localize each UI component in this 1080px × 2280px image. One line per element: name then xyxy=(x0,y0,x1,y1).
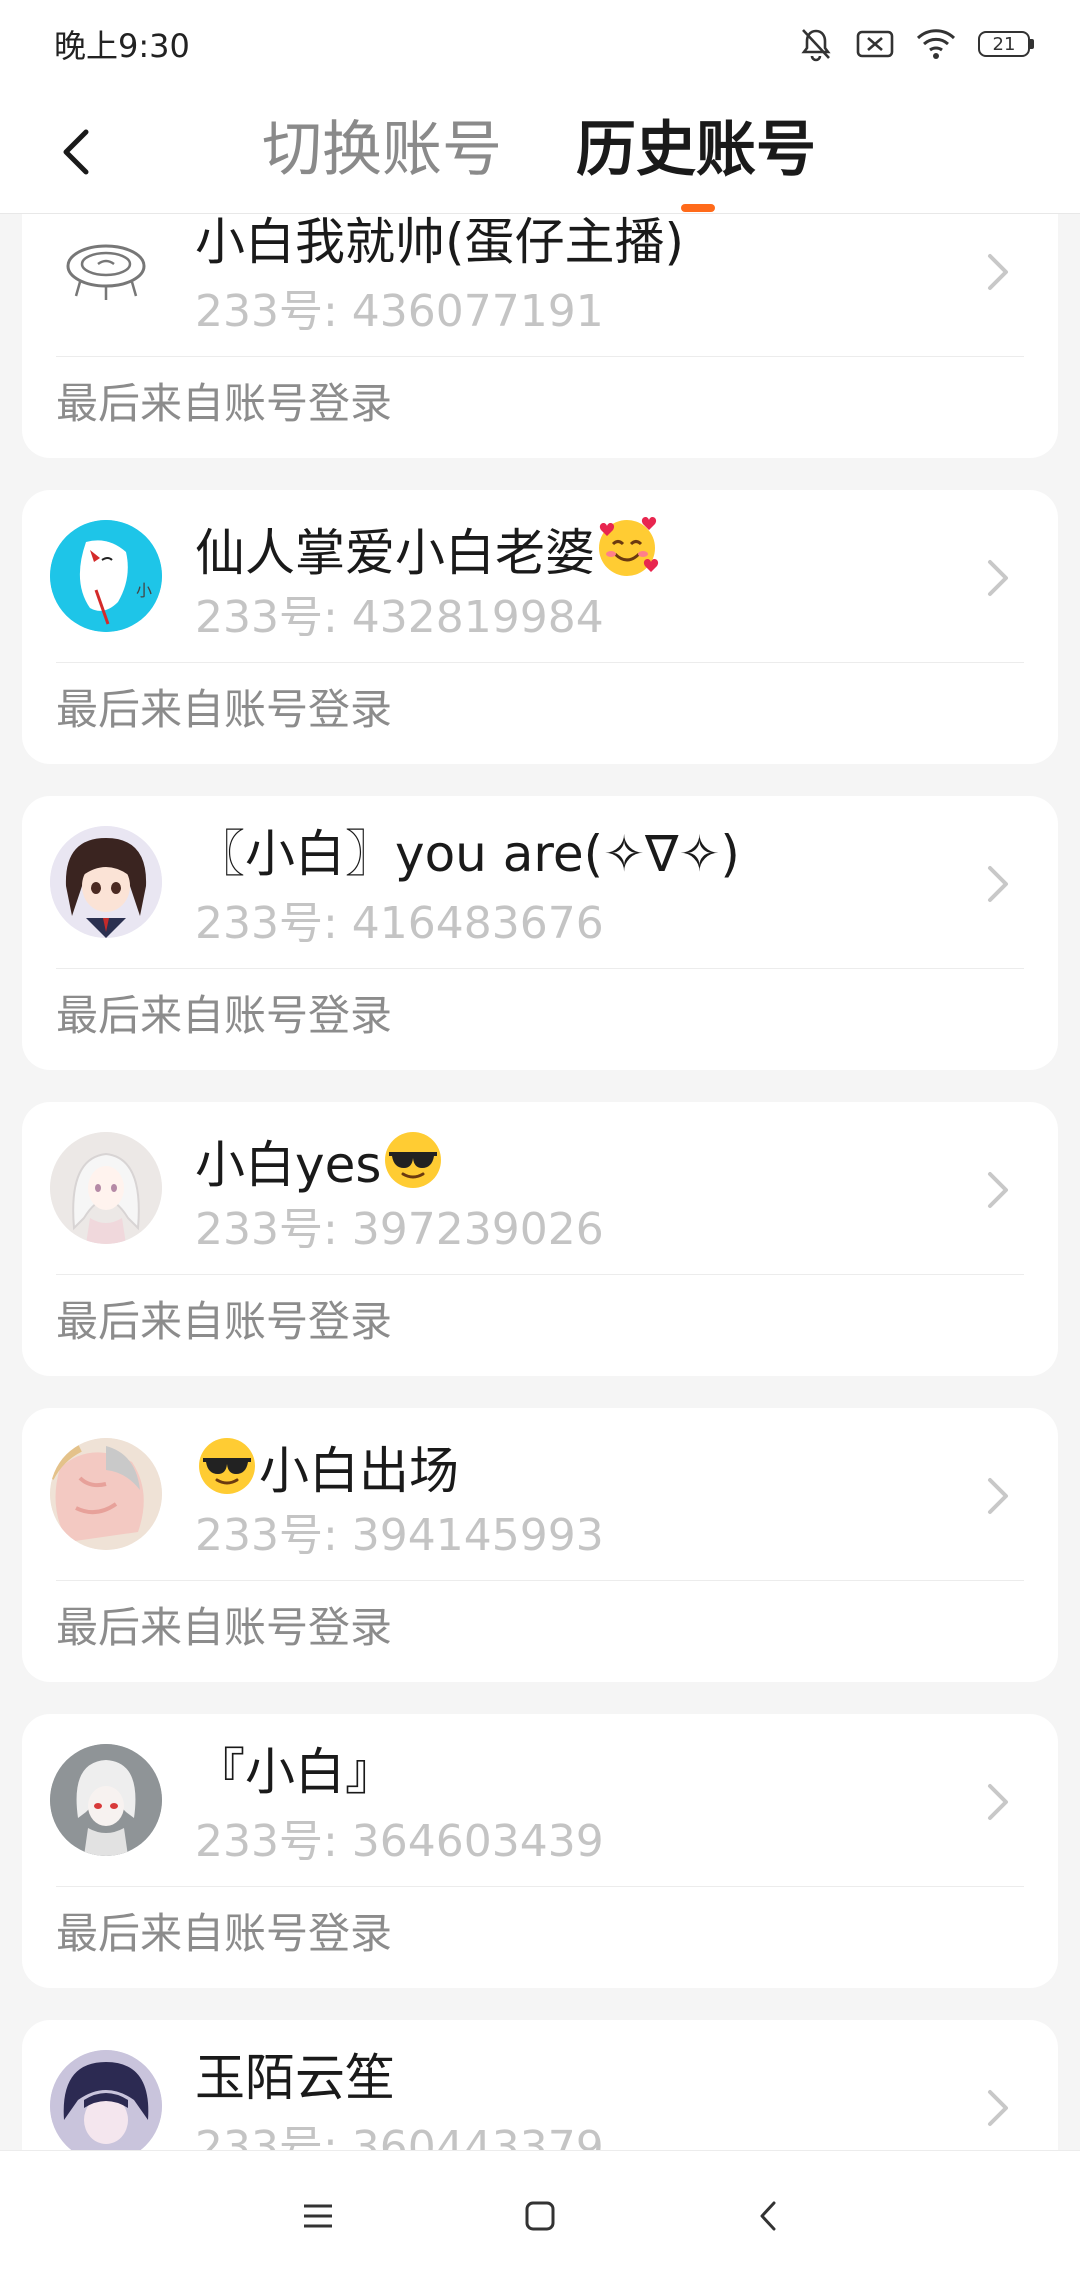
home-button[interactable] xyxy=(510,2186,570,2246)
active-tab-indicator xyxy=(681,204,715,212)
avatar xyxy=(50,1438,162,1550)
account-card[interactable]: 『小白』 233号: 364603439 最后来自账号登录 xyxy=(22,1714,1058,1988)
account-id: 233号: 432819984 xyxy=(195,592,604,643)
account-id: 233号: 364603439 xyxy=(195,1816,604,1867)
svg-text:小: 小 xyxy=(136,581,152,600)
system-nav-bar xyxy=(0,2150,1080,2280)
header: 切换账号 历史账号 xyxy=(0,88,1080,214)
smiling-face-with-hearts-icon xyxy=(599,517,659,576)
divider xyxy=(56,968,1024,969)
recent-apps-button[interactable] xyxy=(288,2186,348,2246)
sunglasses-face-icon xyxy=(385,1132,442,1188)
account-name-text: 小白yes xyxy=(195,1136,382,1194)
account-name: 小白yes xyxy=(195,1128,445,1197)
divider xyxy=(56,662,1024,663)
login-source: 最后来自账号登录 xyxy=(56,1297,393,1346)
divider xyxy=(56,356,1024,357)
avatar xyxy=(50,1744,162,1856)
chevron-right-icon xyxy=(988,560,1008,596)
wifi-icon xyxy=(916,29,956,59)
login-source: 最后来自账号登录 xyxy=(56,379,393,428)
tab-history-account[interactable]: 历史账号 xyxy=(576,110,816,190)
account-id: 233号: 397239026 xyxy=(195,1204,604,1255)
account-card[interactable]: 小白我就帅(蛋仔主播) 233号: 436077191 最后来自账号登录 xyxy=(22,214,1058,458)
login-source: 最后来自账号登录 xyxy=(56,1909,393,1958)
account-id: 233号: 394145993 xyxy=(195,1510,604,1561)
chevron-right-icon xyxy=(988,1478,1008,1514)
status-bar: 晚上9:30 21 xyxy=(0,0,1080,88)
account-name: 〖小白〗you are(✧∇✧) xyxy=(195,825,740,883)
chevron-right-icon xyxy=(988,1172,1008,1208)
status-time: 晚上9:30 xyxy=(54,27,190,65)
account-name-text: 仙人掌爱小白老婆 xyxy=(195,524,595,582)
menu-icon xyxy=(304,2204,332,2228)
account-card[interactable]: 〖小白〗you are(✧∇✧) 233号: 416483676 最后来自账号登… xyxy=(22,796,1058,1070)
battery-level: 21 xyxy=(992,33,1016,55)
mute-bell-icon xyxy=(801,29,831,62)
account-card[interactable]: 小 仙人掌爱小白老婆 233号: 432819984 最后来自账号登录 xyxy=(22,490,1058,764)
battery-icon: 21 xyxy=(978,31,1034,57)
no-sim-icon xyxy=(856,30,894,58)
home-square-icon xyxy=(525,2201,555,2231)
avatar xyxy=(50,2050,162,2150)
avatar: 小 xyxy=(50,520,162,632)
account-name: 小白我就帅(蛋仔主播) xyxy=(195,214,685,271)
account-name: 仙人掌爱小白老婆 xyxy=(195,516,659,585)
account-list[interactable]: 小白我就帅(蛋仔主播) 233号: 436077191 最后来自账号登录 小 仙… xyxy=(0,214,1080,2150)
chevron-right-icon xyxy=(988,866,1008,902)
avatar xyxy=(50,214,162,326)
account-name: 小白出场 xyxy=(195,1434,459,1503)
account-card[interactable]: 玉陌云笙 233号: 360443379 xyxy=(22,2020,1058,2150)
avatar xyxy=(50,826,162,938)
sunglasses-face-icon xyxy=(199,1438,255,1494)
back-button[interactable] xyxy=(36,112,116,192)
account-name: 玉陌云笙 xyxy=(195,2049,395,2107)
account-id: 233号: 436077191 xyxy=(195,286,604,337)
account-id: 233号: 360443379 xyxy=(195,2122,604,2150)
back-arrow-icon xyxy=(63,129,89,175)
system-back-button[interactable] xyxy=(738,2186,798,2246)
account-name: 『小白』 xyxy=(195,1743,395,1801)
chevron-right-icon xyxy=(988,254,1008,290)
login-source: 最后来自账号登录 xyxy=(56,685,393,734)
chevron-right-icon xyxy=(988,1784,1008,1820)
back-chevron-icon xyxy=(760,2201,776,2231)
account-card[interactable]: 小白yes 233号: 397239026 最后来自账号登录 xyxy=(22,1102,1058,1376)
account-name-text: 小白出场 xyxy=(259,1442,459,1500)
account-card[interactable]: 小白出场 233号: 394145993 最后来自账号登录 xyxy=(22,1408,1058,1682)
avatar xyxy=(50,1132,162,1244)
divider xyxy=(56,1886,1024,1887)
login-source: 最后来自账号登录 xyxy=(56,1603,393,1652)
account-id: 233号: 416483676 xyxy=(195,898,604,949)
divider xyxy=(56,1580,1024,1581)
divider xyxy=(56,1274,1024,1275)
chevron-right-icon xyxy=(988,2090,1008,2126)
tab-switch-account[interactable]: 切换账号 xyxy=(262,110,502,190)
login-source: 最后来自账号登录 xyxy=(56,991,393,1040)
status-icons: 21 xyxy=(798,26,1034,62)
